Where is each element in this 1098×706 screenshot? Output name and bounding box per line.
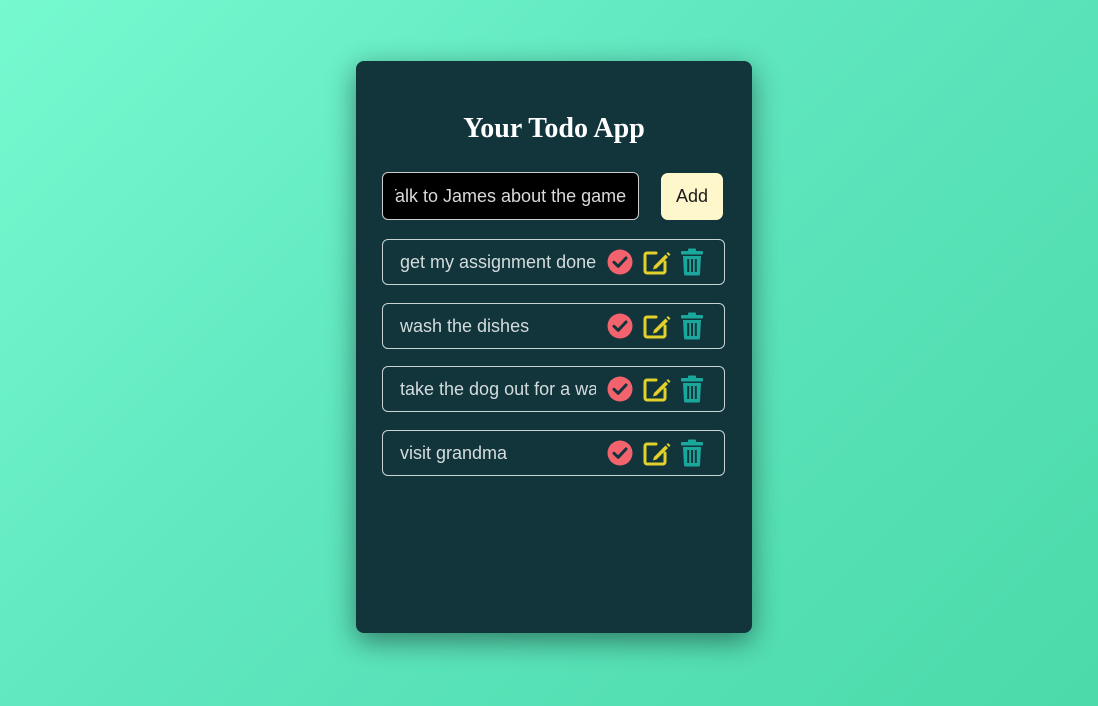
pen-square-icon[interactable] (641, 438, 671, 468)
trash-icon[interactable] (677, 438, 707, 468)
pen-square-icon[interactable] (641, 247, 671, 277)
todo-item: wash the dishes (382, 302, 725, 349)
trash-icon[interactable] (677, 374, 707, 404)
todo-list: get my assignment done wash the dishes t… (382, 239, 725, 493)
check-circle-icon[interactable] (605, 311, 635, 341)
trash-icon[interactable] (677, 311, 707, 341)
check-circle-icon[interactable] (605, 247, 635, 277)
todo-item: get my assignment done (382, 239, 725, 285)
trash-icon[interactable] (677, 247, 707, 277)
todo-text: visit grandma (400, 442, 508, 463)
app-title: Your Todo App (463, 113, 645, 144)
todo-card: Your Todo App Add get my assignment done… (356, 61, 752, 633)
todo-text: take the dog out for a walk (400, 379, 596, 399)
check-circle-icon[interactable] (605, 374, 635, 404)
add-button[interactable]: Add (661, 173, 723, 220)
pen-square-icon[interactable] (641, 374, 671, 404)
check-circle-icon[interactable] (605, 438, 635, 468)
todo-item: visit grandma (382, 429, 725, 476)
pen-square-icon[interactable] (641, 311, 671, 341)
todo-input[interactable] (382, 172, 639, 220)
todo-text: wash the dishes (400, 315, 530, 336)
todo-text: get my assignment done (400, 252, 596, 272)
todo-item: take the dog out for a walk (382, 366, 725, 412)
